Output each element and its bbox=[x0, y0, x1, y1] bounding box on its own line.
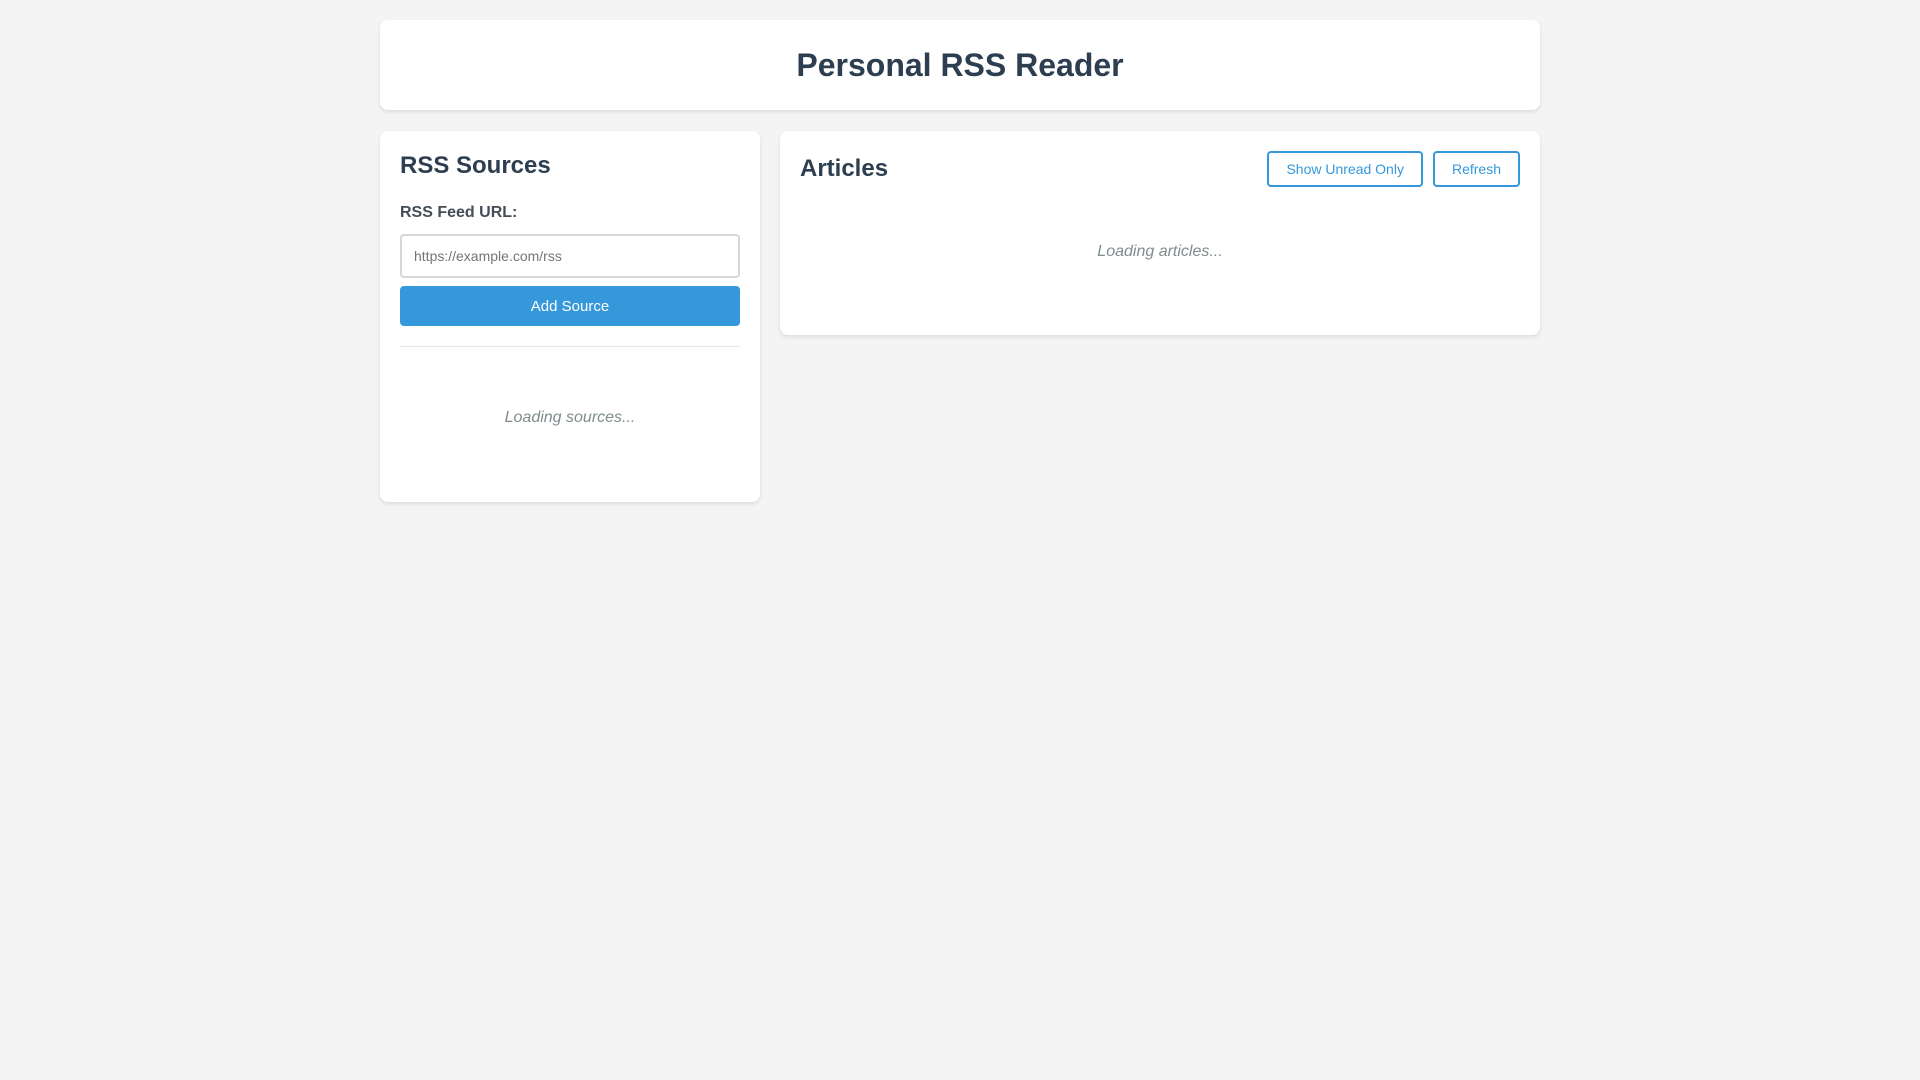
articles-header: Articles Show Unread Only Refresh bbox=[800, 151, 1520, 187]
articles-panel: Articles Show Unread Only Refresh Loadin… bbox=[780, 131, 1540, 335]
refresh-button[interactable]: Refresh bbox=[1432, 151, 1520, 187]
articles-actions: Show Unread Only Refresh bbox=[1267, 151, 1520, 187]
articles-loading-text: Loading articles... bbox=[1097, 243, 1223, 260]
sources-loading-text: Loading sources... bbox=[504, 409, 636, 426]
feed-url-input[interactable] bbox=[400, 234, 740, 278]
divider bbox=[400, 346, 740, 347]
page-title: Personal RSS Reader bbox=[796, 46, 1124, 83]
articles-heading: Articles bbox=[800, 155, 889, 182]
feed-url-label: RSS Feed URL: bbox=[400, 204, 518, 221]
app-header: Personal RSS Reader bbox=[380, 20, 1540, 110]
sources-heading: RSS Sources bbox=[400, 152, 551, 179]
show-unread-only-button[interactable]: Show Unread Only bbox=[1267, 151, 1423, 187]
sources-panel: RSS Sources RSS Feed URL: Add Source Loa… bbox=[380, 131, 760, 502]
add-source-button[interactable]: Add Source bbox=[400, 286, 740, 326]
